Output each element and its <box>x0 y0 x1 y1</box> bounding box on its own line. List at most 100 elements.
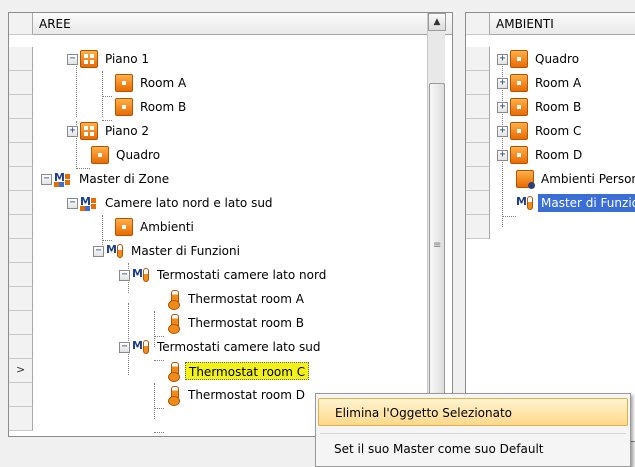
tree-item-label[interactable]: Room B <box>532 98 584 116</box>
row-stub <box>466 95 490 119</box>
row-stub <box>9 263 33 287</box>
tree-item-label-selected[interactable]: Thermostat room C <box>185 362 310 380</box>
tree-row-selected[interactable]: M Master di Funzioni <box>466 191 635 215</box>
row-stub <box>9 335 33 359</box>
room-icon <box>510 146 528 164</box>
expand-icon[interactable]: + <box>497 77 508 89</box>
menu-item-delete-selected[interactable]: Elimina l'Oggetto Selezionato <box>318 398 628 426</box>
tree-item-label[interactable]: Camere lato nord e lato sud <box>102 194 276 212</box>
row-stub <box>466 191 490 215</box>
expand-icon[interactable]: + <box>497 101 508 113</box>
row-stub <box>9 311 33 335</box>
vertical-scrollbar[interactable]: ▲ <box>427 13 446 436</box>
tree-row[interactable]: Room A <box>9 71 452 95</box>
tree-row[interactable]: − M Camere lato nord e lato sud <box>9 191 452 215</box>
menu-item-set-master-default[interactable]: Set il suo Master come suo Default <box>318 435 628 463</box>
custom-rooms-icon <box>516 170 535 189</box>
row-stub <box>9 143 33 167</box>
tree-row[interactable]: + Piano 2 <box>9 119 452 143</box>
row-stub <box>9 239 33 263</box>
tree-row[interactable]: + Room C <box>466 119 635 143</box>
row-stub <box>9 71 33 95</box>
master-function-icon: M <box>516 194 534 212</box>
tree-row[interactable]: − M Master di Funzioni <box>9 239 452 263</box>
tree-item-label[interactable]: Piano 1 <box>102 50 152 68</box>
ambienti-header-row: AMBIENTI <box>466 13 635 35</box>
tree-item-label[interactable]: Quadro <box>532 50 582 68</box>
row-stub <box>9 119 33 143</box>
tree-row[interactable]: + Room D <box>466 143 635 167</box>
header-row-stub <box>9 13 33 35</box>
row-stub <box>9 407 33 431</box>
row-stub <box>466 71 490 95</box>
tree-row[interactable]: Ambienti Personalizzati <box>466 167 635 191</box>
master-zone-icon: M <box>54 170 72 188</box>
row-stub <box>466 47 490 71</box>
row-stub <box>466 215 490 239</box>
room-icon <box>510 50 528 68</box>
row-stub <box>9 167 33 191</box>
row-stub <box>9 47 33 71</box>
collapse-icon[interactable]: − <box>41 173 52 185</box>
aree-column-header[interactable]: AREE <box>33 13 452 35</box>
tree-row-empty <box>466 215 635 239</box>
scrollbar-thumb[interactable] <box>429 83 445 413</box>
tree-item-label[interactable]: Thermostat room B <box>185 314 307 332</box>
aree-header-row: AREE <box>9 13 452 35</box>
tree-item-label[interactable]: Thermostat room A <box>185 290 307 308</box>
tree-row[interactable]: Room B <box>9 95 452 119</box>
tree-row[interactable]: Thermostat room B <box>9 311 452 335</box>
collapse-icon[interactable]: − <box>93 245 104 257</box>
tree-connector <box>154 432 164 433</box>
context-menu: Elimina l'Oggetto Selezionato Set il suo… <box>315 393 631 467</box>
room-icon <box>91 146 109 164</box>
header-row-stub <box>466 13 490 35</box>
scroll-up-arrow-icon[interactable]: ▲ <box>428 13 446 31</box>
tree-item-label[interactable]: Thermostat room D <box>185 386 308 404</box>
row-stub <box>466 143 490 167</box>
thermostat-icon <box>167 386 181 406</box>
tree-item-label[interactable]: Room B <box>137 98 189 116</box>
tree-item-label[interactable]: Room A <box>532 74 584 92</box>
tree-row-selected[interactable]: > Thermostat room C <box>9 359 452 383</box>
master-function-icon: M <box>132 266 150 284</box>
tree-row[interactable]: Ambienti <box>9 215 452 239</box>
row-stub <box>466 119 490 143</box>
tree-row[interactable]: Quadro <box>9 143 452 167</box>
tree-item-label[interactable]: Termostati camere lato nord <box>154 266 329 284</box>
row-stub <box>9 95 33 119</box>
tree-item-label[interactable]: Ambienti Personalizzati <box>538 170 635 188</box>
tree-item-label[interactable]: Termostati camere lato sud <box>154 338 324 356</box>
tree-item-label-selected[interactable]: Master di Funzioni <box>538 194 635 212</box>
tree-item-label[interactable]: Room D <box>532 146 585 164</box>
tree-row[interactable]: − M Master di Zone <box>9 167 452 191</box>
tree-item-label[interactable]: Quadro <box>113 146 163 164</box>
tree-row[interactable]: − M Termostati camere lato sud <box>9 335 452 359</box>
collapse-icon[interactable]: − <box>119 341 130 353</box>
tree-item-label[interactable]: Piano 2 <box>102 122 152 140</box>
tree-item-label[interactable]: Master di Funzioni <box>128 242 243 260</box>
tree-row[interactable]: + Room A <box>466 71 635 95</box>
room-icon <box>115 218 133 236</box>
ambienti-column-header[interactable]: AMBIENTI <box>490 13 635 35</box>
menu-separator <box>320 433 626 434</box>
expand-icon[interactable]: + <box>497 125 508 137</box>
tree-row[interactable]: + Quadro <box>466 47 635 71</box>
tree-row[interactable]: − M Termostati camere lato nord <box>9 263 452 287</box>
expand-icon[interactable]: + <box>497 53 508 65</box>
tree-item-label[interactable]: Room C <box>532 122 584 140</box>
collapse-icon[interactable]: − <box>67 197 78 209</box>
tree-row[interactable]: Thermostat room A <box>9 287 452 311</box>
expand-icon[interactable]: + <box>67 125 78 137</box>
room-icon <box>115 74 133 92</box>
tree-item-label[interactable]: Ambienti <box>137 218 197 236</box>
room-icon <box>510 122 528 140</box>
collapse-icon[interactable]: − <box>67 53 78 65</box>
tree-row[interactable]: − Piano 1 <box>9 47 452 71</box>
tree-row[interactable]: + Room B <box>466 95 635 119</box>
tree-item-label[interactable]: Master di Zone <box>76 170 172 188</box>
collapse-icon[interactable]: − <box>119 269 130 281</box>
expand-icon[interactable]: + <box>497 149 508 161</box>
tree-item-label[interactable]: Room A <box>137 74 189 92</box>
floor-grid-icon <box>80 122 98 140</box>
